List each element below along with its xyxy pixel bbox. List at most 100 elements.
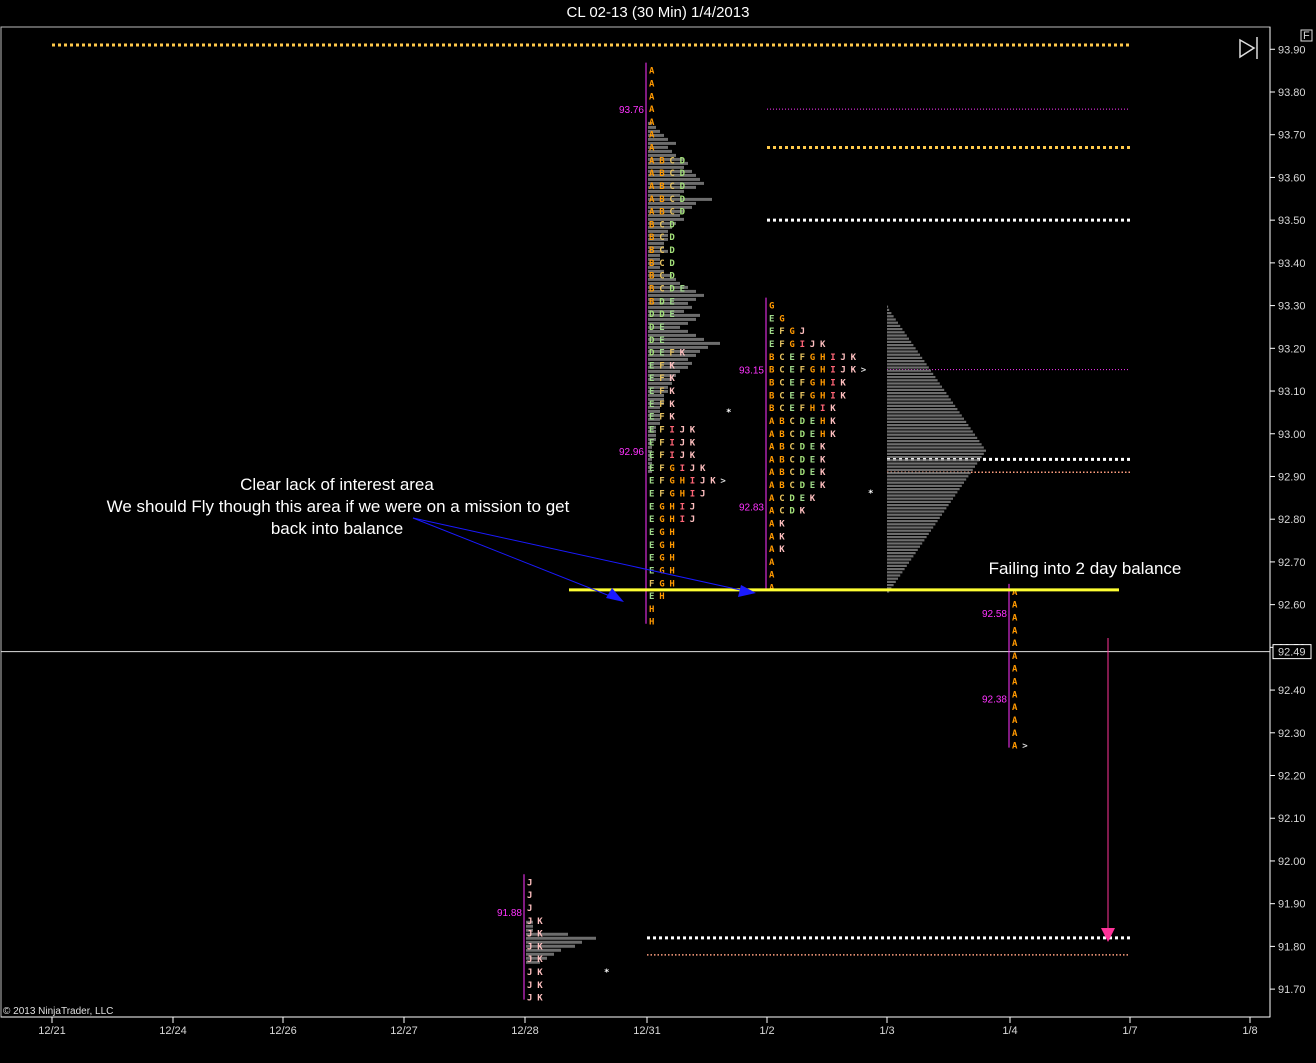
- tpo-letter: E: [659, 349, 664, 359]
- y-tick-label: 93.40: [1278, 258, 1306, 270]
- histogram-bar: [887, 532, 929, 535]
- tpo-letter: H: [820, 430, 825, 440]
- annotation-lack-of-interest: We should Fly though this area if we wer…: [107, 497, 570, 516]
- tpo-letter: A: [769, 455, 775, 465]
- tpo-letter: K: [779, 519, 785, 529]
- blue-arrow-line: [412, 517, 746, 592]
- tpo-marker: *: [868, 489, 873, 499]
- tpo-letter: E: [649, 438, 654, 448]
- tpo-letter: I: [669, 451, 674, 461]
- tpo-letter: G: [659, 541, 664, 551]
- tpo-letter: E: [810, 468, 815, 478]
- tpo-letter: D: [649, 336, 655, 346]
- histogram-bar: [887, 526, 934, 529]
- tpo-letter: E: [649, 592, 654, 602]
- tpo-letter: B: [769, 353, 775, 363]
- tpo-letter: B: [649, 220, 655, 230]
- tpo-letter: K: [779, 545, 785, 555]
- tpo-letter: B: [779, 455, 785, 465]
- tpo-letter: A: [1012, 626, 1018, 636]
- tpo-letter: C: [659, 259, 664, 269]
- y-tick-label: 92.40: [1278, 685, 1306, 697]
- tpo-letter: C: [789, 443, 794, 453]
- histogram-bar: [887, 391, 947, 395]
- annotation-lack-of-interest: Clear lack of interest area: [240, 475, 434, 494]
- tpo-letter: E: [789, 404, 794, 414]
- tpo-letter: A: [769, 571, 775, 581]
- tpo-letter: F: [659, 361, 664, 371]
- tpo-letter: A: [769, 532, 775, 542]
- tpo-letter: K: [830, 417, 836, 427]
- histogram-bar: [887, 567, 905, 571]
- tpo-letter: J: [840, 353, 845, 363]
- tpo-letter: F: [659, 464, 664, 474]
- tpo-letter: D: [789, 494, 795, 504]
- market-profile-chart[interactable]: 91.70 91.80 91.90 92.00 92.10 92.20 92.30 92.40…: [0, 0, 1316, 1063]
- histogram-bar: [526, 944, 575, 948]
- tpo-letter: B: [649, 285, 655, 295]
- tpo-letter: E: [649, 528, 654, 538]
- tpo-letter: D: [649, 349, 655, 359]
- histogram-bar: [887, 497, 953, 500]
- tpo-letter: C: [789, 468, 794, 478]
- histogram-bar: [887, 535, 927, 539]
- tpo-letter: F: [800, 391, 805, 401]
- histogram-bar: [887, 404, 956, 407]
- histogram-bar: [887, 388, 945, 391]
- tpo-letter: C: [789, 430, 794, 440]
- x-tick-label: 1/4: [1002, 1025, 1017, 1037]
- tpo-letter: F: [659, 425, 664, 435]
- poc-price-label: 93.76: [619, 105, 644, 116]
- histogram-bar: [887, 369, 931, 372]
- tpo-letter: K: [537, 994, 543, 1004]
- histogram-bar: [887, 519, 938, 523]
- tpo-letter: E: [810, 430, 815, 440]
- tpo-letter: B: [659, 182, 665, 192]
- tpo-letter: K: [669, 387, 675, 397]
- tpo-letter: E: [810, 481, 815, 491]
- tpo-letter: B: [659, 208, 665, 218]
- tpo-letter: F: [659, 413, 664, 423]
- tpo-letter: H: [669, 502, 674, 512]
- tpo-letter: D: [789, 507, 795, 517]
- tpo-letter: J: [527, 968, 532, 978]
- histogram-bar: [887, 331, 905, 334]
- histogram-bar: [887, 417, 964, 420]
- tpo-letter: K: [810, 494, 816, 504]
- tpo-letter: I: [830, 391, 835, 401]
- tpo-letter: J: [680, 438, 685, 448]
- histogram-bar: [887, 523, 936, 526]
- tpo-letter: A: [1012, 601, 1018, 611]
- tpo-letter: A: [1012, 613, 1018, 623]
- tpo-letter: A: [769, 519, 775, 529]
- annotation-two-day-balance: Failing into 2 day balance: [989, 559, 1182, 578]
- histogram-bar: [887, 321, 898, 324]
- tpo-letter: K: [820, 340, 826, 350]
- tpo-letter: F: [800, 353, 805, 363]
- tpo-letter: E: [649, 477, 654, 487]
- tpo-letter: G: [659, 554, 664, 564]
- tpo-letter: J: [527, 942, 532, 952]
- histogram-bar: [887, 462, 978, 465]
- histogram-bar: [887, 478, 967, 481]
- poc-price-label: 91.88: [497, 908, 522, 919]
- histogram-bar: [887, 436, 978, 439]
- histogram-bar: [648, 337, 704, 341]
- tpo-letter: E: [649, 515, 654, 525]
- tpo-letter: E: [810, 417, 815, 427]
- y-tick-label: 93.10: [1278, 386, 1306, 398]
- y-tick-label: 92.60: [1278, 600, 1306, 612]
- tpo-letter: A: [1012, 716, 1018, 726]
- go-to-end-icon[interactable]: [1239, 38, 1256, 59]
- tpo-letter: C: [779, 366, 784, 376]
- histogram-bar: [887, 516, 940, 519]
- tpo-letter: J: [527, 878, 532, 888]
- tpo-letter: J: [527, 981, 532, 991]
- tpo-letter: H: [669, 579, 674, 589]
- tpo-letter: F: [659, 490, 664, 500]
- tpo-letter: E: [669, 297, 674, 307]
- histogram-bar: [887, 539, 925, 542]
- tpo-letter: G: [789, 327, 794, 337]
- histogram-bar: [887, 513, 942, 516]
- histogram-bar: [887, 564, 907, 567]
